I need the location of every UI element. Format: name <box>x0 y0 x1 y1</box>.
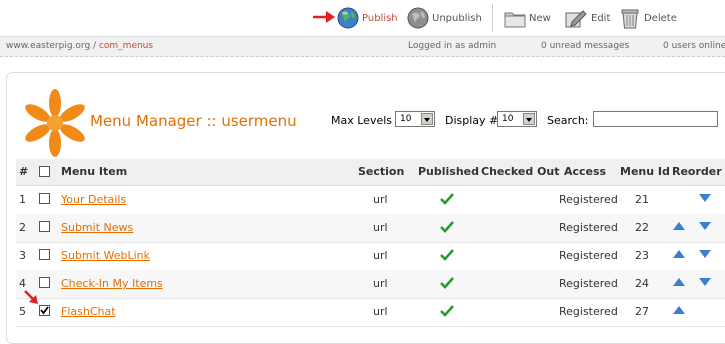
table-row: 1 Your Details url Registered 21 <box>16 186 725 215</box>
trash-icon <box>621 9 639 29</box>
move-up-icon[interactable] <box>673 250 685 258</box>
login-status: Logged in as admin <box>408 41 497 51</box>
row-section: url <box>373 277 388 290</box>
users-online[interactable]: 0 users online <box>663 41 725 51</box>
row-section: url <box>373 305 388 318</box>
edit-button[interactable]: Edit <box>564 6 610 30</box>
table-row: 3 Submit WebLink url Registered 23 <box>16 242 725 271</box>
menu-item-link[interactable]: FlashChat <box>61 305 116 318</box>
display-count-select[interactable]: 10 <box>497 111 537 127</box>
globe-grey-icon <box>407 7 429 29</box>
row-number: 4 <box>19 277 26 290</box>
edit-label: Edit <box>591 12 611 24</box>
chevron-down-icon <box>523 113 535 125</box>
row-section: url <box>373 249 388 262</box>
row-menu-id: 22 <box>635 221 649 234</box>
col-published[interactable]: Published <box>418 165 479 178</box>
table-row: 5 FlashChat url Registered 27 <box>16 298 725 327</box>
breadcrumb-site[interactable]: www.easterpig.org <box>6 41 90 51</box>
row-number: 3 <box>19 249 26 262</box>
move-up-icon[interactable] <box>673 278 685 286</box>
chevron-down-icon <box>421 113 433 125</box>
move-down-icon[interactable] <box>699 222 711 230</box>
row-checkbox[interactable] <box>39 277 50 288</box>
row-number: 5 <box>19 305 26 318</box>
menu-item-link[interactable]: Check-In My Items <box>61 277 163 290</box>
col-number: # <box>19 165 29 178</box>
table-header: # Menu Item Section Published Checked Ou… <box>16 159 725 186</box>
publish-button[interactable]: Publish <box>337 6 398 30</box>
max-levels-value: 10 <box>400 114 412 124</box>
menu-item-link[interactable]: Submit News <box>61 221 133 234</box>
new-label: New <box>529 12 551 24</box>
row-menu-id: 27 <box>635 305 649 318</box>
move-down-icon[interactable] <box>699 250 711 258</box>
published-check-icon[interactable] <box>440 277 454 289</box>
search-input[interactable] <box>593 111 718 127</box>
folder-icon <box>504 12 526 28</box>
move-up-icon[interactable] <box>673 222 685 230</box>
row-menu-id: 21 <box>635 193 649 206</box>
col-access[interactable]: Access <box>564 165 606 178</box>
row-checkbox[interactable] <box>39 305 50 316</box>
move-up-icon[interactable] <box>673 306 685 314</box>
joomla-logo-icon <box>25 89 85 157</box>
row-access[interactable]: Registered <box>559 305 618 318</box>
publish-label: Publish <box>362 12 398 24</box>
row-checkbox[interactable] <box>39 193 50 204</box>
col-reorder[interactable]: Reorder <box>672 165 722 178</box>
row-section: url <box>373 221 388 234</box>
toolbar-divider <box>492 4 493 32</box>
table-row: 4 Check-In My Items url Registered 24 <box>16 270 725 299</box>
row-access[interactable]: Registered <box>559 277 618 290</box>
row-checkbox[interactable] <box>39 221 50 232</box>
published-check-icon[interactable] <box>440 249 454 261</box>
breadcrumb: www.easterpig.org / com_menus <box>6 41 153 51</box>
unread-messages[interactable]: 0 unread messages <box>541 41 629 51</box>
row-section: url <box>373 193 388 206</box>
row-menu-id: 23 <box>635 249 649 262</box>
checkmark-icon <box>40 306 49 315</box>
delete-label: Delete <box>644 12 677 24</box>
toolbar: Publish Unpublish New Edit Delete <box>0 0 725 36</box>
menu-item-link[interactable]: Your Details <box>61 193 126 206</box>
max-levels-label: Max Levels <box>331 114 393 127</box>
published-check-icon[interactable] <box>440 193 454 205</box>
row-menu-id: 24 <box>635 277 649 290</box>
select-all-checkbox[interactable] <box>39 166 50 177</box>
menu-item-link[interactable]: Submit WebLink <box>61 249 150 262</box>
display-count-value: 10 <box>502 114 514 124</box>
annotation-arrow-icon <box>24 290 38 304</box>
published-check-icon[interactable] <box>440 305 454 317</box>
breadcrumb-component[interactable]: com_menus <box>99 41 153 51</box>
col-menu-item[interactable]: Menu Item <box>61 165 127 178</box>
row-checkbox[interactable] <box>39 249 50 260</box>
col-checked-out[interactable]: Checked Out <box>481 165 560 178</box>
search-label: Search: <box>547 114 589 127</box>
status-bar: www.easterpig.org / com_menus Logged in … <box>0 36 725 57</box>
row-number: 1 <box>19 193 26 206</box>
row-number: 2 <box>19 221 26 234</box>
row-access[interactable]: Registered <box>559 221 618 234</box>
annotation-arrow-icon <box>313 11 335 23</box>
col-menu-id[interactable]: Menu Id <box>620 165 670 178</box>
move-down-icon[interactable] <box>699 278 711 286</box>
edit-icon <box>565 10 587 28</box>
move-down-icon[interactable] <box>699 194 711 202</box>
published-check-icon[interactable] <box>440 221 454 233</box>
unpublish-label: Unpublish <box>432 12 482 24</box>
new-button[interactable]: New <box>504 6 551 30</box>
row-access[interactable]: Registered <box>559 249 618 262</box>
max-levels-select[interactable]: 10 <box>395 111 435 127</box>
row-access[interactable]: Registered <box>559 193 618 206</box>
col-section[interactable]: Section <box>358 165 404 178</box>
globe-icon <box>337 7 359 29</box>
unpublish-button[interactable]: Unpublish <box>407 6 482 30</box>
display-label: Display # <box>445 114 499 127</box>
delete-button[interactable]: Delete <box>619 6 677 30</box>
breadcrumb-separator: / <box>90 41 99 51</box>
table-row: 2 Submit News url Registered 22 <box>16 214 725 243</box>
page-title: Menu Manager :: usermenu <box>90 112 297 130</box>
